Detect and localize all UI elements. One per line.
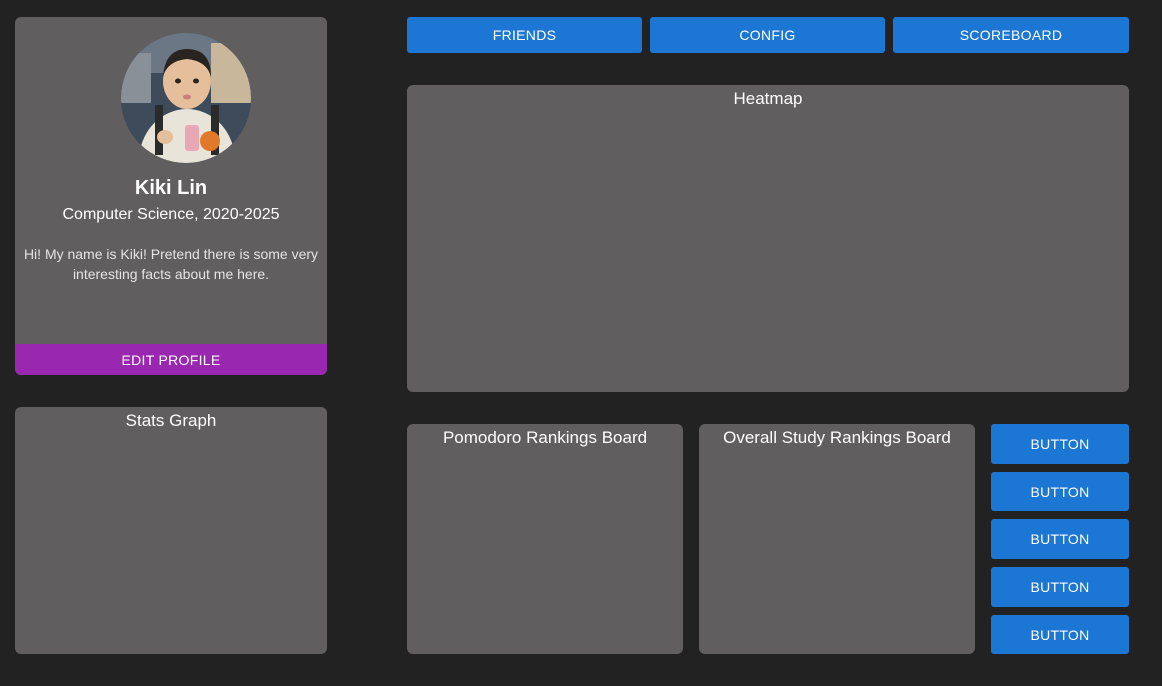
heatmap-title: Heatmap <box>733 89 803 108</box>
profile-bio: Hi! My name is Kiki! Pretend there is so… <box>23 246 319 282</box>
scoreboard-button[interactable]: SCOREBOARD <box>893 17 1129 53</box>
profile-major: Computer Science, 2020-2025 <box>62 206 280 223</box>
heatmap-panel: Heatmap <box>407 85 1129 392</box>
side-button-3[interactable]: BUTTON <box>991 519 1129 559</box>
avatar-image <box>121 33 251 163</box>
overall-rankings-panel: Overall Study Rankings Board <box>699 424 975 654</box>
profile-card: Kiki Lin Computer Science, 2020-2025 Hi!… <box>15 17 327 375</box>
profile-name: Kiki Lin <box>134 177 208 199</box>
pomodoro-rankings-panel: Pomodoro Rankings Board <box>407 424 683 654</box>
config-button[interactable]: CONFIG <box>650 17 885 53</box>
edit-profile-button[interactable]: EDIT PROFILE <box>15 344 327 375</box>
stats-graph-title: Stats Graph <box>125 411 217 430</box>
pomodoro-rankings-title: Pomodoro Rankings Board <box>442 428 648 447</box>
side-button-1[interactable]: BUTTON <box>991 424 1129 464</box>
side-button-5[interactable]: BUTTON <box>991 615 1129 654</box>
side-button-2[interactable]: BUTTON <box>991 472 1129 511</box>
friends-button[interactable]: FRIENDS <box>407 17 642 53</box>
side-button-4[interactable]: BUTTON <box>991 567 1129 607</box>
avatar <box>121 33 251 163</box>
overall-rankings-title: Overall Study Rankings Board <box>723 428 951 447</box>
stats-graph-panel: Stats Graph <box>15 407 327 654</box>
